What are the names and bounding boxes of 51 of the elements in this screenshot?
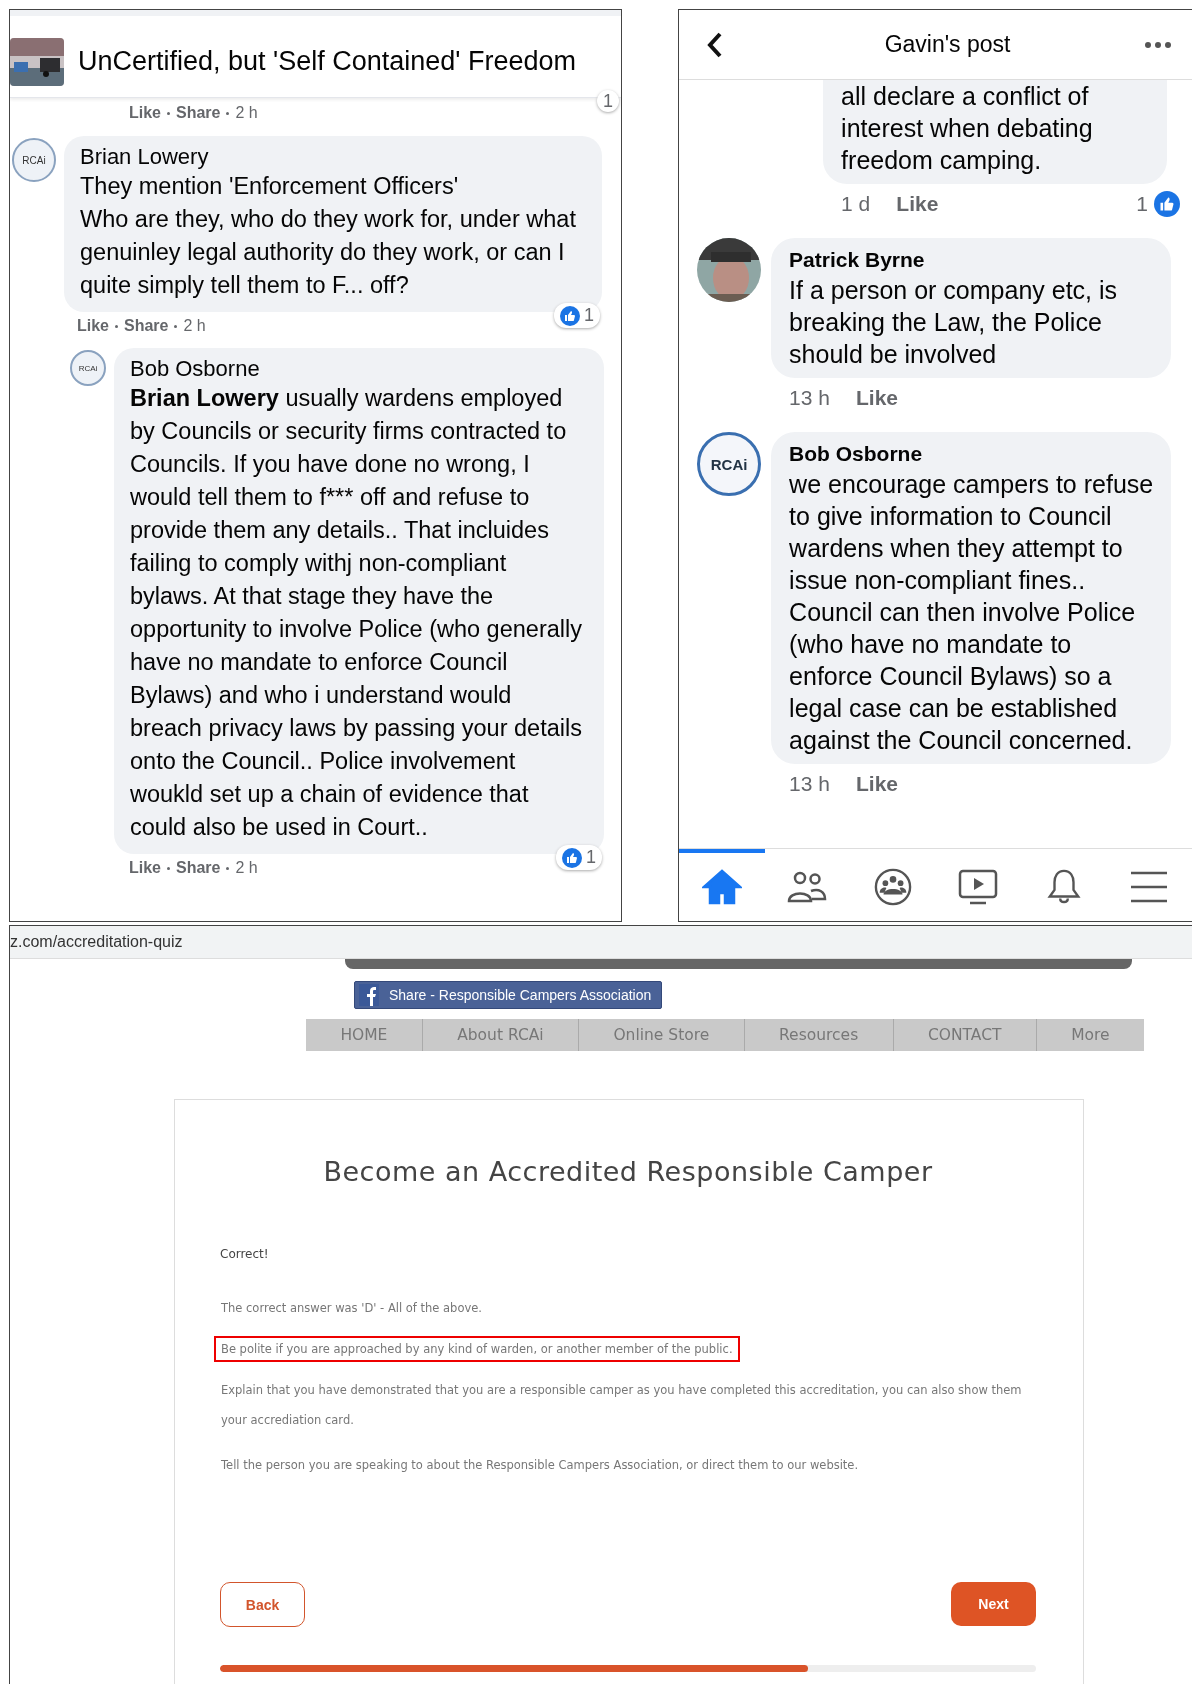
header-title: Gavin's post [884, 31, 1011, 58]
next-button[interactable]: Next [951, 1582, 1036, 1626]
answer-text: Be polite if you are approached by any kind of warden, or another member of the public. [214, 1336, 740, 1362]
avatar-logo: RCAi [697, 432, 762, 496]
share-link[interactable]: Share [176, 104, 221, 122]
comment-author[interactable]: Brian Lowery [80, 144, 586, 170]
reaction-count: 1 [597, 90, 620, 112]
facebook-share-button[interactable]: Share - Responsible Campers Association [354, 981, 663, 1009]
timestamp: 2 h [235, 104, 258, 122]
post-title: UnCertified, but 'Self Contained' Freedom [78, 46, 577, 77]
comment-text: If a person or company etc, is breaking the Law, the Police should be involved [789, 275, 1119, 370]
like-link[interactable]: Like [129, 859, 161, 877]
groups-icon [872, 868, 913, 906]
comment-author[interactable]: Patrick Byrne [789, 248, 1158, 272]
timestamp: 13 h [789, 386, 830, 410]
timestamp: 2 h [183, 317, 206, 335]
share-link[interactable]: Share [124, 317, 169, 335]
like-link[interactable]: Like [856, 386, 898, 410]
comment-text: all declare a conflict of interest when debating freedom camping. [841, 81, 1094, 176]
video-icon [958, 868, 999, 906]
answer-text: Tell the person you are speaking to about the Responsible Campers Association, or direct them to our website. [220, 1457, 860, 1474]
address-bar[interactable]: z.com/accreditation-quiz [10, 926, 1192, 959]
more-icon[interactable] [1144, 40, 1172, 49]
timestamp: 2 h [235, 859, 258, 877]
like-link[interactable]: Like [77, 317, 109, 335]
comment-author[interactable]: Bob Osborne [130, 356, 588, 382]
comment-author[interactable]: Bob Osborne [789, 442, 1158, 466]
back-icon[interactable] [707, 31, 724, 58]
avatar-logo: RCAi [12, 138, 56, 182]
reaction-count: 1 [586, 847, 596, 868]
like-link[interactable]: Like [856, 772, 898, 796]
like-link[interactable]: Like [896, 192, 939, 216]
home-icon [701, 868, 742, 906]
timestamp: 1 d [841, 192, 871, 216]
answer-text: The correct answer was 'D' - All of the above. [220, 1300, 483, 1317]
comment-text: They mention 'Enforcement Officers' Who are they, who do they work for, under what genuinley legal authority do they work, or can I quite simply tell them to F... off? [80, 172, 577, 300]
reaction-count: 1 [1136, 192, 1148, 216]
url-text: z.com/accreditation-quiz [10, 933, 183, 951]
result-label: Correct! [220, 1247, 270, 1261]
quiz-title: Become an Accredited Responsible Camper [322, 1156, 934, 1187]
facebook-icon [359, 984, 379, 1006]
comment-text: we encourage campers to refuse to give information to Council wardens when they attempt to issue non-compliant fines.. Council can then involve Police (who have no mandate to enforce Council Bylaws) so a legal case can be established against the Council concerned. [789, 469, 1155, 756]
comment-text: Brian Lowery usually wardens employed by Councils or security firms contracted to Councils. If you have done no wrong, I would tell them to f*** off and refuse to provide them any details.. That incluides failing to comply withj non-compliant bylaws. At that stage they have the opportunity to involve Police (who generally have no mandate to enforce Council Bylaws) and who i understand would breach privacy laws by passing your details onto the Council.. Police involvement woukld set up a chain of evidence that could also be used in Court.. [130, 384, 583, 842]
timestamp: 13 h [789, 772, 830, 796]
avatar-logo: RCAi [70, 350, 106, 386]
like-link[interactable]: Like [129, 104, 161, 122]
answer-text: Explain that you have demonstrated that you are a responsible camper as you have completed this accreditation, you can also show them your accrediation card. [220, 1382, 1023, 1429]
thumbs-up-icon [1154, 191, 1180, 217]
back-button[interactable]: Back [220, 1582, 305, 1627]
reaction-count: 1 [584, 305, 594, 326]
share-link[interactable]: Share [176, 859, 221, 877]
